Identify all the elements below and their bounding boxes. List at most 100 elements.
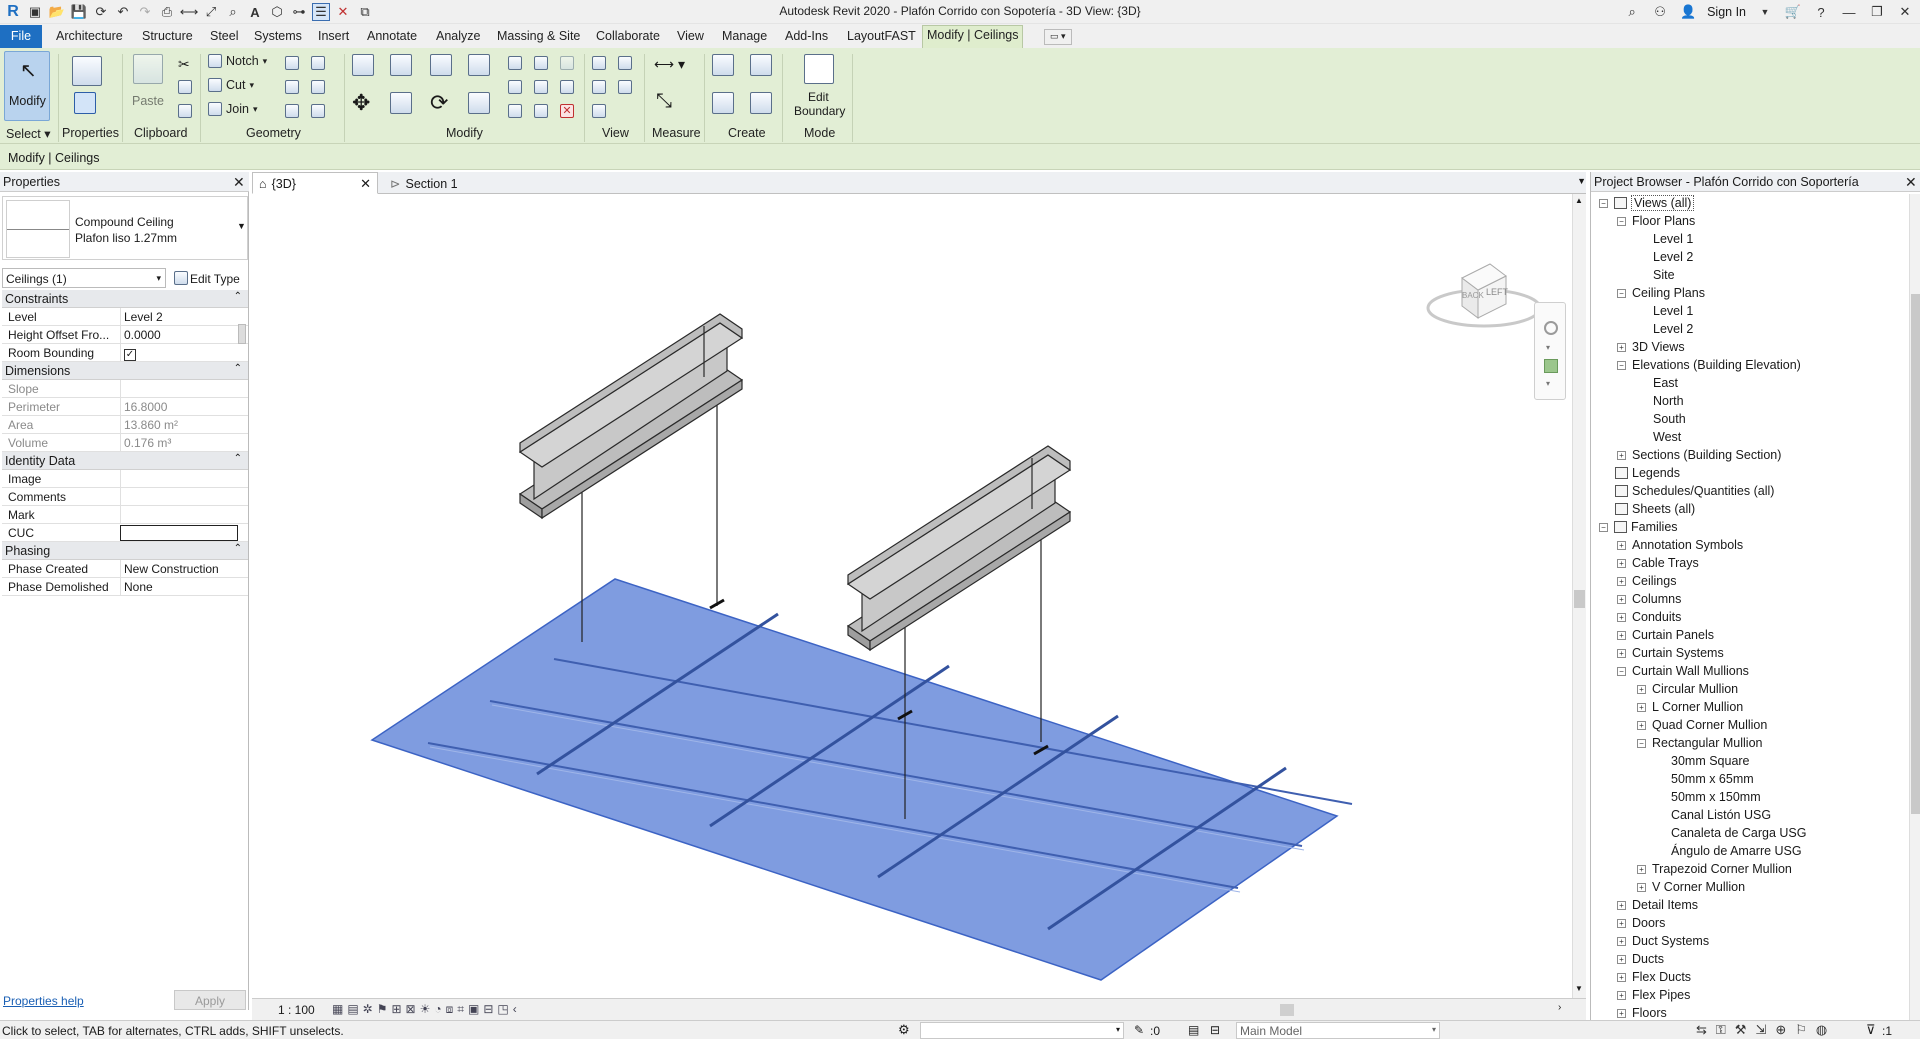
tab-modify-ceilings[interactable]: Modify | Ceilings [922, 25, 1024, 48]
design-options-icon[interactable]: ▤ [1188, 1023, 1199, 1037]
type-selector[interactable]: Compound Ceiling Plafon liso 1.27mm ▼ [2, 196, 248, 260]
move-icon[interactable]: ✥ [352, 92, 374, 114]
browser-node[interactable]: + Annotation Symbols [1617, 538, 1743, 555]
collapse-icon[interactable]: − [1617, 361, 1626, 370]
notch-button[interactable]: Notch ▾ [208, 54, 267, 68]
selection-toggle-icons[interactable]: ⇆⚿⚒⇲⊕⚐◍ [1696, 1022, 1836, 1038]
prop-cuc-input[interactable] [120, 525, 238, 541]
switch-windows-icon[interactable]: ⧉ [356, 3, 374, 21]
revit-logo-icon[interactable]: R [4, 3, 22, 21]
tab-add-ins[interactable]: Add-Ins [781, 27, 832, 47]
scale-icon[interactable] [534, 80, 548, 94]
browser-node[interactable]: Legends [1615, 466, 1680, 483]
collapse-icon[interactable]: − [1599, 199, 1608, 208]
tab-view[interactable]: View [673, 27, 708, 47]
help-icon[interactable]: ? [1812, 3, 1830, 21]
prop-image-value[interactable] [120, 470, 238, 488]
instance-filter-dropdown[interactable]: Ceilings (1) ▾ [2, 268, 166, 288]
collapse-icon[interactable]: − [1617, 667, 1626, 676]
chevron-down-icon[interactable]: ▼ [1756, 3, 1774, 21]
override-graphics-icon[interactable] [618, 56, 632, 70]
steel-beam-2[interactable] [846, 445, 1072, 652]
browser-node[interactable]: Site [1653, 268, 1675, 285]
section-icon[interactable]: ⊶ [290, 3, 308, 21]
browser-scroll-thumb[interactable] [1911, 294, 1920, 814]
browser-node[interactable]: East [1653, 376, 1678, 393]
view-control-icons[interactable]: ▦▤✲⚑⊞⊠☀◔⧈⌗▣⊟◳‹ [332, 1002, 521, 1017]
browser-node[interactable]: South [1653, 412, 1686, 429]
restore-icon[interactable]: ❐ [1868, 3, 1886, 21]
pin-icon[interactable] [560, 80, 574, 94]
scroll-down-icon[interactable]: ▼ [1575, 984, 1583, 993]
hide-in-view-icon[interactable] [592, 56, 606, 70]
browser-node[interactable]: + Duct Systems [1617, 934, 1709, 951]
browser-node[interactable]: 50mm x 65mm [1671, 772, 1754, 789]
collapse-icon[interactable]: − [1599, 523, 1608, 532]
expand-icon[interactable]: + [1617, 595, 1626, 604]
wall-joins-icon[interactable] [311, 56, 325, 70]
expand-icon[interactable]: + [1617, 937, 1626, 946]
tag-icon[interactable]: ⌕ [224, 3, 242, 21]
3d-viewport[interactable]: LEFT BACK ▾ ▾ [252, 194, 1570, 992]
collapse-icon[interactable]: − [1637, 739, 1646, 748]
select-dropdown[interactable]: Select ▾ [6, 126, 51, 141]
user-icon[interactable]: 👤 [1679, 3, 1697, 21]
open-icon[interactable]: 📂 [48, 3, 66, 21]
design-option-dropdown[interactable]: Main Model ▾ [1236, 1022, 1440, 1039]
align-icon[interactable] [352, 54, 374, 76]
browser-node[interactable]: − Families [1599, 520, 1678, 537]
create-group-icon[interactable] [750, 54, 772, 76]
create-assembly-icon[interactable] [712, 92, 734, 114]
3d-model-drawing[interactable]: LEFT BACK [252, 194, 1570, 992]
search-icon[interactable]: ⌕ [1623, 3, 1641, 21]
category-identity-data[interactable]: Identity Data ⌃ [2, 452, 248, 470]
cut-clipboard-icon[interactable]: ✂ [178, 56, 192, 72]
edit-type-button[interactable]: Edit Type [172, 268, 248, 288]
measure-between-icon[interactable]: ⟷ ▾ [654, 56, 688, 78]
rotate-icon[interactable]: ⟳ [430, 92, 452, 114]
remove-paint-icon[interactable] [311, 104, 325, 118]
expand-icon[interactable]: + [1617, 577, 1626, 586]
scroll-up-icon[interactable]: ▲ [1575, 196, 1583, 205]
browser-node[interactable]: + Trapezoid Corner Mullion [1637, 862, 1792, 879]
browser-node[interactable]: − Ceiling Plans [1617, 286, 1705, 303]
steering-wheel-icon[interactable] [1544, 321, 1558, 335]
browser-node[interactable]: + Detail Items [1617, 898, 1698, 915]
undo-icon[interactable]: ↶ [114, 3, 132, 21]
browser-node[interactable]: + Ceilings [1617, 574, 1676, 591]
viewcube[interactable]: LEFT BACK [1426, 263, 1542, 328]
collapse-icon[interactable]: − [1617, 289, 1626, 298]
prop-phase-created-value[interactable]: New Construction [120, 560, 238, 578]
beam-join-icon[interactable] [285, 80, 299, 94]
tab-file[interactable]: File [0, 25, 42, 48]
tab-massing-site[interactable]: Massing & Site [493, 27, 584, 47]
project-browser-close-icon[interactable]: ✕ [1905, 174, 1917, 191]
tab-systems[interactable]: Systems [250, 27, 306, 47]
edit-boundary-button[interactable]: Edit Boundary [788, 52, 848, 122]
browser-node[interactable]: + Conduits [1617, 610, 1681, 627]
prop-phase-demolished-value[interactable]: None [120, 578, 238, 596]
steel-beam-1[interactable] [518, 313, 744, 520]
browser-node[interactable]: + Flex Pipes [1617, 988, 1690, 1005]
split-icon[interactable] [508, 56, 522, 70]
expand-icon[interactable]: + [1637, 883, 1646, 892]
create-similar-icon[interactable] [750, 92, 772, 114]
split-gap-icon[interactable] [534, 56, 548, 70]
category-constraints[interactable]: Constraints ⌃ [2, 290, 248, 308]
browser-node[interactable]: + Curtain Panels [1617, 628, 1714, 645]
tab-collaborate[interactable]: Collaborate [592, 27, 664, 47]
expand-icon[interactable]: + [1617, 955, 1626, 964]
tab-layoutfast[interactable]: LayoutFAST [843, 27, 920, 47]
prop-mark-value[interactable] [120, 506, 238, 524]
minimize-icon[interactable]: — [1840, 3, 1858, 21]
expand-icon[interactable]: + [1637, 865, 1646, 874]
tab-3d-view[interactable]: ⌂ {3D} ✕ [252, 172, 378, 194]
browser-node[interactable]: Level 2 [1653, 322, 1693, 339]
browser-node[interactable]: + Flex Ducts [1617, 970, 1691, 987]
expand-icon[interactable]: + [1617, 541, 1626, 550]
close-icon[interactable]: ✕ [1896, 3, 1914, 21]
prop-comments-value[interactable] [120, 488, 238, 506]
expand-icon[interactable]: + [1617, 919, 1626, 928]
filter-icon[interactable]: ⊽ [1866, 1022, 1876, 1038]
browser-node[interactable]: + V Corner Mullion [1637, 880, 1745, 897]
